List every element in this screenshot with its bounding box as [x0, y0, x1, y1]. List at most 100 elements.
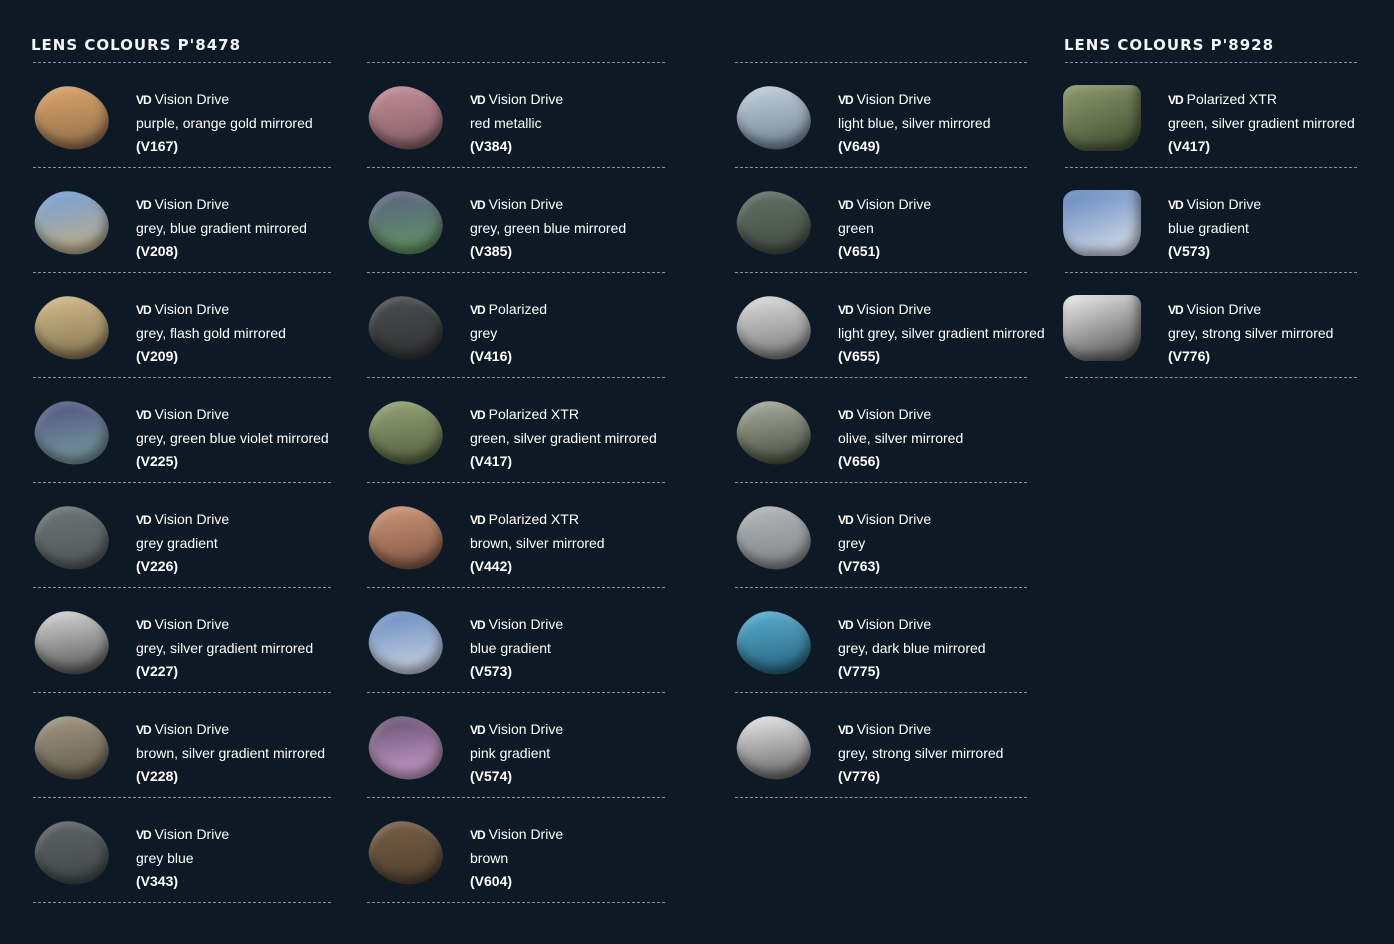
lens-item: VD Vision Drive blue gradient (V573): [363, 588, 665, 693]
lens-code: (V655): [838, 348, 881, 364]
lens-item: VD Polarized XTR brown, silver mirrored (V4…: [363, 483, 665, 588]
lens-item: VD Vision Drive grey blue (V343): [29, 798, 331, 903]
lens-code: (V343): [136, 873, 179, 889]
vd-logo-icon: VD: [136, 828, 152, 842]
lens-item: VD Vision Drive grey (V763): [731, 483, 1027, 588]
lens-swatch: [29, 79, 115, 157]
lens-brand: VD Vision Drive: [470, 193, 626, 217]
lens-text: VD Vision Drive grey (V763): [838, 508, 931, 578]
lens-item: VD Vision Drive light grey, silver gradien…: [731, 273, 1045, 378]
lens-code: (V604): [470, 873, 513, 889]
lens-column-3: VD Vision Drive light blue, silver mirrore…: [731, 62, 1045, 798]
section-title-p8478: LENS COLOURS P'8478: [31, 36, 242, 54]
lens-code: (V573): [470, 663, 513, 679]
vd-logo-icon: VD: [838, 618, 854, 632]
lens-description: purple, orange gold mirrored: [136, 115, 313, 131]
lens-swatch: [731, 289, 817, 367]
lens-brand: VD Vision Drive: [838, 193, 931, 217]
lens-brand: VD Polarized XTR: [1168, 88, 1355, 112]
lens-brand-name: Vision Drive: [154, 721, 230, 737]
lens-text: VD Vision Drive blue gradient (V573): [1168, 193, 1261, 263]
lens-description: grey: [470, 325, 498, 341]
vd-logo-icon: VD: [838, 408, 854, 422]
lens-brand-name: Vision Drive: [488, 616, 564, 632]
vd-logo-icon: VD: [470, 618, 486, 632]
lens-description: grey, green blue mirrored: [470, 220, 627, 236]
lens-brand: VD Vision Drive: [470, 88, 563, 112]
lens-swatch: [363, 184, 449, 262]
lens-brand: VD Vision Drive: [838, 298, 1045, 322]
vd-logo-icon: VD: [470, 513, 486, 527]
lens-brand-name: Vision Drive: [488, 91, 564, 107]
lens-brand-name: Vision Drive: [154, 511, 230, 527]
lens-swatch: [29, 709, 115, 787]
lens-text: VD Vision Drive red metallic (V384): [470, 88, 563, 158]
lens-column-4: VD Polarized XTR green, silver gradient mi…: [1063, 62, 1357, 378]
lens-brand: VD Vision Drive: [136, 298, 286, 322]
lens-brand: VD Vision Drive: [470, 718, 563, 742]
lens-description: green, silver gradient mirrored: [470, 430, 657, 446]
lens-code: (V573): [1168, 243, 1211, 259]
lens-code: (V225): [136, 453, 179, 469]
vd-logo-icon: VD: [1168, 198, 1184, 212]
vd-logo-icon: VD: [470, 93, 486, 107]
lens-swatch: [731, 184, 817, 262]
lens-code: (V651): [838, 243, 881, 259]
lens-description: grey, flash gold mirrored: [136, 325, 286, 341]
lens-text: VD Polarized grey (V416): [470, 298, 547, 368]
lens-brand: VD Vision Drive: [136, 88, 313, 112]
lens-item: VD Vision Drive grey, flash gold mirrored (…: [29, 273, 331, 378]
lens-code: (V227): [136, 663, 179, 679]
lens-text: VD Vision Drive blue gradient (V573): [470, 613, 563, 683]
lens-description: grey, strong silver mirrored: [838, 745, 1004, 761]
lens-swatch: [363, 709, 449, 787]
lens-swatch: [363, 79, 449, 157]
lens-brand-name: Vision Drive: [856, 301, 932, 317]
lens-description: grey, strong silver mirrored: [1168, 325, 1334, 341]
vd-logo-icon: VD: [1168, 303, 1184, 317]
lens-description: green: [838, 220, 874, 236]
lens-item: VD Vision Drive green (V651): [731, 168, 1027, 273]
vd-logo-icon: VD: [470, 723, 486, 737]
lens-brand-name: Vision Drive: [1186, 301, 1262, 317]
lens-brand-name: Polarized XTR: [488, 511, 579, 527]
lens-description: brown: [470, 850, 509, 866]
lens-brand-name: Vision Drive: [154, 196, 230, 212]
lens-text: VD Vision Drive grey blue (V343): [136, 823, 229, 893]
lens-text: VD Vision Drive grey, blue gradient mirror…: [136, 193, 307, 263]
lens-item: VD Polarized grey (V416): [363, 273, 665, 378]
lens-item: VD Vision Drive grey, silver gradient mirr…: [29, 588, 331, 693]
lens-swatch: [363, 814, 449, 892]
lens-item: VD Vision Drive grey, blue gradient mirror…: [29, 168, 331, 273]
lens-item: VD Vision Drive light blue, silver mirrore…: [731, 63, 1027, 168]
lens-item: VD Vision Drive grey gradient (V226): [29, 483, 331, 588]
lens-swatch: [1063, 85, 1141, 151]
lens-brand: VD Vision Drive: [1168, 193, 1261, 217]
lens-swatch: [29, 394, 115, 472]
lens-swatch: [363, 604, 449, 682]
lens-brand-name: Vision Drive: [488, 826, 564, 842]
lens-text: VD Vision Drive green (V651): [838, 193, 931, 263]
lens-brand: VD Vision Drive: [838, 88, 991, 112]
lens-code: (V226): [136, 558, 179, 574]
lens-text: VD Polarized XTR green, silver gradient mi…: [470, 403, 657, 473]
lens-brand: VD Vision Drive: [136, 718, 325, 742]
lens-item: VD Polarized XTR green, silver gradient mi…: [1063, 63, 1357, 168]
lens-brand-name: Polarized: [488, 301, 548, 317]
lens-code: (V776): [838, 768, 881, 784]
lens-code: (V384): [470, 138, 513, 154]
lens-item: VD Vision Drive grey, green blue violet mi…: [29, 378, 331, 483]
lens-brand: VD Vision Drive: [838, 613, 986, 637]
lens-text: VD Vision Drive grey, silver gradient mirr…: [136, 613, 313, 683]
lens-item: VD Vision Drive purple, orange gold mirror…: [29, 63, 331, 168]
lens-brand-name: Vision Drive: [154, 301, 230, 317]
vd-logo-icon: VD: [136, 303, 152, 317]
lens-swatch: [731, 499, 817, 577]
vd-logo-icon: VD: [136, 618, 152, 632]
vd-logo-icon: VD: [838, 513, 854, 527]
vd-logo-icon: VD: [136, 93, 152, 107]
lens-description: light grey, silver gradient mirrored: [838, 325, 1045, 341]
lens-brand-name: Vision Drive: [154, 91, 230, 107]
section-title-p8928: LENS COLOURS P'8928: [1064, 36, 1275, 54]
vd-logo-icon: VD: [1168, 93, 1184, 107]
